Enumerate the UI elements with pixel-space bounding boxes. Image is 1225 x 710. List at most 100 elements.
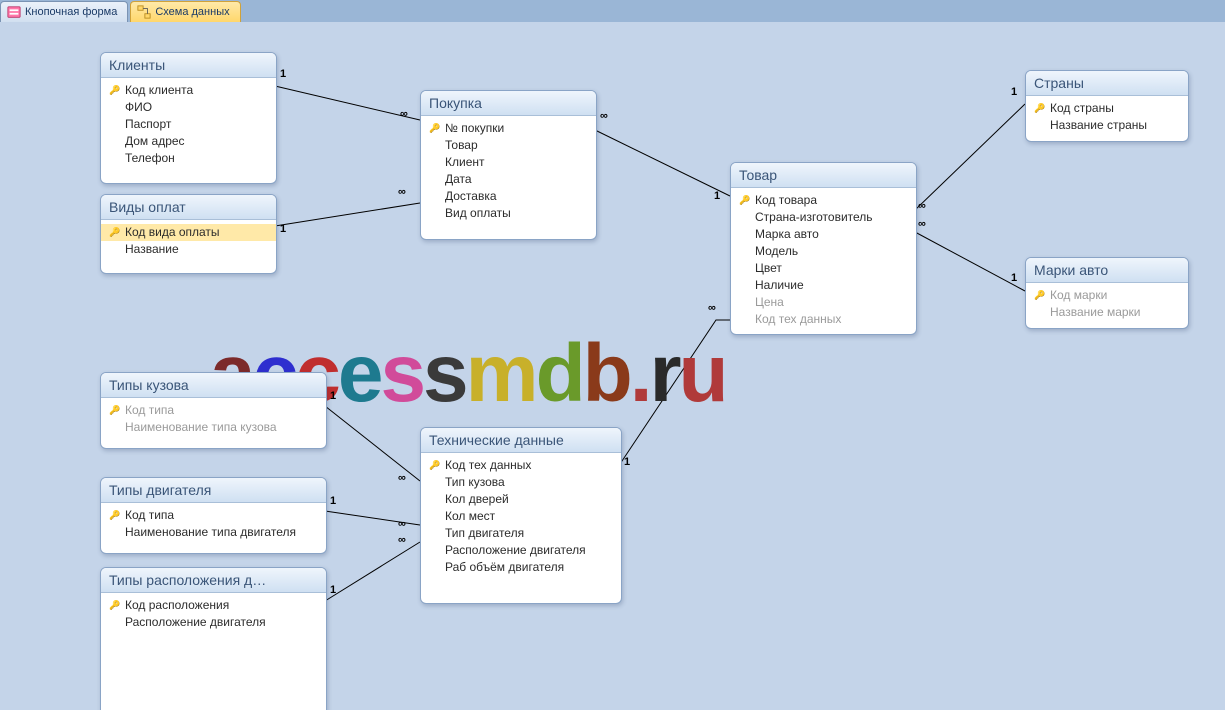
field-label: № покупки	[443, 121, 504, 136]
field-row[interactable]: Дом адрес	[101, 133, 276, 150]
field-row[interactable]: ФИО	[101, 99, 276, 116]
field-row[interactable]: Цена	[731, 294, 916, 311]
field-label: Кол дверей	[443, 492, 509, 507]
field-row[interactable]: Код тех данных	[731, 311, 916, 328]
field-label: Телефон	[123, 151, 175, 166]
field-row[interactable]: Доставка	[421, 188, 596, 205]
table-purchase[interactable]: Покупка🔑№ покупкиТоварКлиентДатаДоставка…	[420, 90, 597, 240]
field-row[interactable]: 🔑Код типа	[101, 402, 326, 419]
table-engineloc[interactable]: Типы расположения д…🔑Код расположенияРас…	[100, 567, 327, 710]
field-row[interactable]: Наименование типа двигателя	[101, 524, 326, 541]
primary-key-icon: 🔑	[107, 508, 123, 523]
field-row[interactable]: Страна-изготовитель	[731, 209, 916, 226]
field-label: Цвет	[753, 261, 782, 276]
primary-key-icon: 🔑	[737, 193, 753, 208]
field-row[interactable]: Тип кузова	[421, 474, 621, 491]
field-row[interactable]: Тип двигателя	[421, 525, 621, 542]
field-label: Дом адрес	[123, 134, 185, 149]
field-row[interactable]: 🔑Код вида оплаты	[101, 224, 276, 241]
field-label: Тип двигателя	[443, 526, 524, 541]
field-list: 🔑Код расположенияРасположение двигателя	[101, 593, 326, 637]
field-label: Марка авто	[753, 227, 819, 242]
field-list: 🔑Код вида оплатыНазвание	[101, 220, 276, 264]
table-paytypes[interactable]: Виды оплат🔑Код вида оплатыНазвание	[100, 194, 277, 274]
field-row[interactable]: 🔑Код расположения	[101, 597, 326, 614]
field-list: 🔑Код клиентаФИОПаспортДом адресТелефон	[101, 78, 276, 173]
field-row[interactable]: Вид оплаты	[421, 205, 596, 222]
table-title[interactable]: Технические данные	[421, 428, 621, 453]
table-clients[interactable]: Клиенты🔑Код клиентаФИОПаспортДом адресТе…	[100, 52, 277, 184]
primary-key-icon: 🔑	[107, 403, 123, 418]
field-row[interactable]: Название страны	[1026, 117, 1188, 134]
field-row[interactable]: Дата	[421, 171, 596, 188]
table-techdata[interactable]: Технические данные 🔑Код тех данныхТип куз…	[420, 427, 622, 604]
cardinality-label: ∞	[398, 518, 406, 530]
field-row[interactable]: Расположение двигателя	[101, 614, 326, 631]
field-row[interactable]: Кол мест	[421, 508, 621, 525]
field-list: 🔑Код товараСтрана-изготовительМарка авто…	[731, 188, 916, 334]
table-title[interactable]: Страны	[1026, 71, 1188, 96]
field-label: Код клиента	[123, 83, 193, 98]
primary-key-icon: 🔑	[1032, 101, 1048, 116]
field-label: Товар	[443, 138, 478, 153]
field-label: Вид оплаты	[443, 206, 511, 221]
table-carbrands[interactable]: Марки авто 🔑Код маркиНазвание марки	[1025, 257, 1189, 329]
field-label: Кол мест	[443, 509, 495, 524]
table-title[interactable]: Виды оплат	[101, 195, 276, 220]
field-row[interactable]: Кол дверей	[421, 491, 621, 508]
field-label: Наименование типа кузова	[123, 420, 277, 435]
field-row[interactable]: Наименование типа кузова	[101, 419, 326, 436]
tab-label: Кнопочная форма	[25, 6, 117, 18]
table-bodytypes[interactable]: Типы кузова 🔑Код типаНаименование типа ку…	[100, 372, 327, 449]
field-row[interactable]: 🔑№ покупки	[421, 120, 596, 137]
tab-schema[interactable]: Схема данных	[130, 1, 240, 22]
table-title[interactable]: Марки авто	[1026, 258, 1188, 283]
table-title[interactable]: Типы расположения д…	[101, 568, 326, 593]
cardinality-label: 1	[714, 190, 720, 202]
cardinality-label: 1	[1011, 86, 1017, 98]
field-row[interactable]: Раб объём двигателя	[421, 559, 621, 576]
table-countries[interactable]: Страны🔑Код страныНазвание страны	[1025, 70, 1189, 142]
field-label: Расположение двигателя	[123, 615, 266, 630]
diagram-canvas[interactable]: accessmdb.ru Клиенты🔑Код клиентаФИОПаспо…	[0, 22, 1225, 710]
field-label: Код тех данных	[753, 312, 841, 327]
table-title[interactable]: Типы двигателя	[101, 478, 326, 503]
field-list: 🔑№ покупкиТоварКлиентДатаДоставкаВид опл…	[421, 116, 596, 228]
field-label: Раб объём двигателя	[443, 560, 564, 575]
tab-form[interactable]: Кнопочная форма	[0, 1, 128, 22]
table-product[interactable]: Товар🔑Код товараСтрана-изготовительМарка…	[730, 162, 917, 335]
primary-key-icon: 🔑	[107, 598, 123, 613]
field-list: 🔑Код страныНазвание страны	[1026, 96, 1188, 140]
field-label: Название марки	[1048, 305, 1141, 320]
cardinality-label: ∞	[398, 186, 406, 198]
table-title[interactable]: Типы кузова	[101, 373, 326, 398]
field-row[interactable]: 🔑Код клиента	[101, 82, 276, 99]
field-row[interactable]: Название марки	[1026, 304, 1188, 321]
field-row[interactable]: 🔑Код типа	[101, 507, 326, 524]
field-row[interactable]: 🔑Код страны	[1026, 100, 1188, 117]
table-title[interactable]: Товар	[731, 163, 916, 188]
field-row[interactable]: Марка авто	[731, 226, 916, 243]
table-title[interactable]: Клиенты	[101, 53, 276, 78]
field-row[interactable]: Название	[101, 241, 276, 258]
field-row[interactable]: Цвет	[731, 260, 916, 277]
field-row[interactable]: 🔑Код марки	[1026, 287, 1188, 304]
field-row[interactable]: Расположение двигателя	[421, 542, 621, 559]
field-row[interactable]: 🔑Код товара	[731, 192, 916, 209]
field-row[interactable]: Модель	[731, 243, 916, 260]
table-title[interactable]: Покупка	[421, 91, 596, 116]
field-row[interactable]: Наличие	[731, 277, 916, 294]
field-row[interactable]: Телефон	[101, 150, 276, 167]
field-row[interactable]: Паспорт	[101, 116, 276, 133]
field-row[interactable]: Товар	[421, 137, 596, 154]
cardinality-label: 1	[624, 456, 630, 468]
field-row[interactable]: Клиент	[421, 154, 596, 171]
primary-key-icon: 🔑	[107, 83, 123, 98]
table-enginetypes[interactable]: Типы двигателя 🔑Код типаНаименование типа…	[100, 477, 327, 554]
field-label: Тип кузова	[443, 475, 505, 490]
field-row[interactable]: 🔑Код тех данных	[421, 457, 621, 474]
field-label: ФИО	[123, 100, 152, 115]
form-icon	[7, 5, 21, 19]
field-label: Расположение двигателя	[443, 543, 586, 558]
field-label: Цена	[753, 295, 784, 310]
